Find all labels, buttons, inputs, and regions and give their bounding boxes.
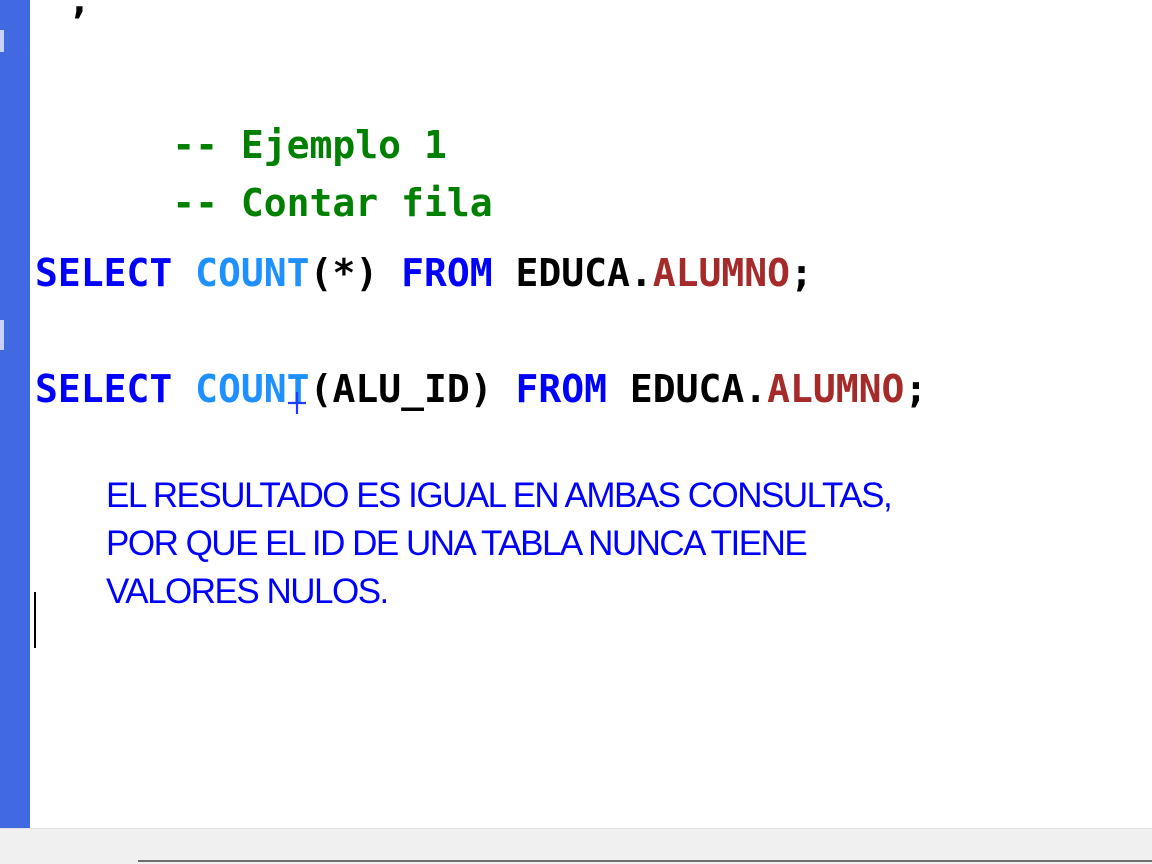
function-count: COUNT (195, 251, 310, 295)
note-line: VALORES NULOS. (106, 572, 389, 611)
note-line: POR QUE EL ID DE UNA TABLA NUNCA TIENE (106, 524, 808, 563)
line-number-gutter[interactable] (0, 0, 30, 828)
crosshair-cursor-icon (288, 392, 306, 414)
partial-code-line: ; (68, 0, 91, 22)
comment-text: -- Contar fila (172, 181, 493, 225)
keyword-from: FROM (515, 367, 607, 411)
sql-editor-window: ; -- Ejemplo 1 -- Contar fila SELECT COU… (0, 0, 1152, 864)
statement-terminator: ; (790, 251, 813, 295)
table-name: ALUMNO (767, 367, 905, 411)
table-name: ALUMNO (652, 251, 791, 295)
keyword-select: SELECT (35, 251, 173, 295)
explanation-note: EL RESULTADO ES IGUAL EN AMBAS CONSULTAS… (106, 472, 1066, 616)
horizontal-scrollbar[interactable] (138, 860, 1152, 862)
code-editor[interactable]: ; -- Ejemplo 1 -- Contar fila SELECT COU… (30, 0, 1152, 828)
gutter-marker (0, 30, 4, 52)
function-argument: (*) (309, 251, 379, 295)
sql-query-line-1: SELECT COUNT(*) FROM EDUCA.ALUMNO; (35, 250, 813, 296)
keyword-select: SELECT (35, 367, 173, 411)
gutter-marker (0, 320, 4, 350)
schema-name: EDUCA. (629, 367, 768, 411)
status-bar (0, 828, 1152, 864)
note-line: EL RESULTADO ES IGUAL EN AMBAS CONSULTAS… (106, 476, 893, 515)
sql-query-line-2: SELECT COUNT(ALU_ID) FROM EDUCA.ALUMNO; (35, 366, 927, 412)
text-caret (34, 592, 36, 648)
schema-name: EDUCA. (515, 251, 653, 295)
keyword-from: FROM (401, 251, 493, 295)
statement-terminator: ; (904, 367, 928, 411)
function-argument: (ALU_ID) (309, 367, 493, 411)
